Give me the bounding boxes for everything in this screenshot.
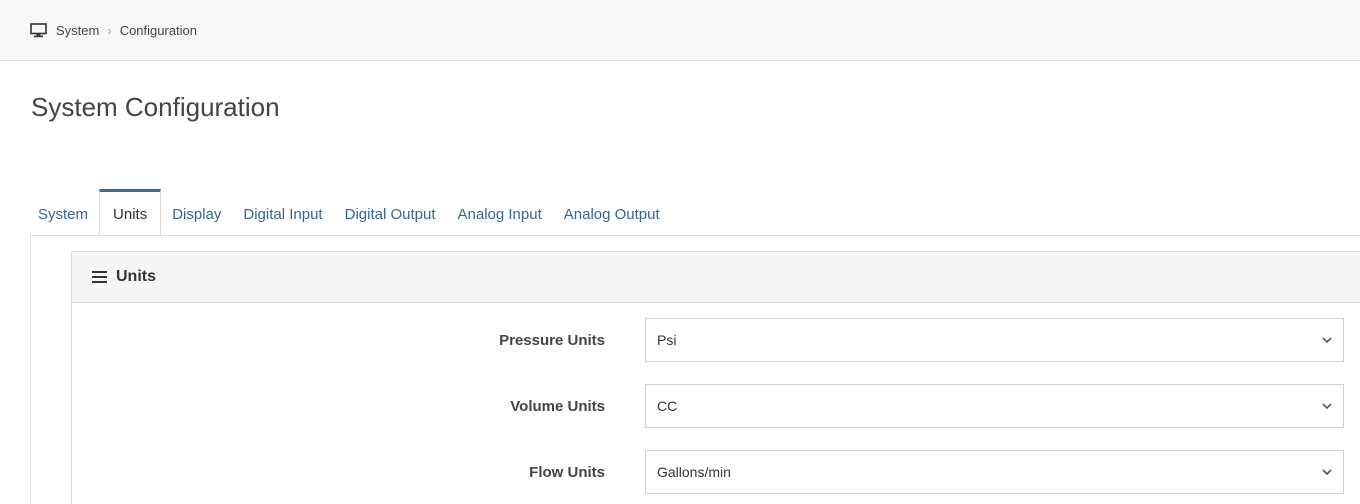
chevron-down-icon	[1321, 334, 1333, 346]
flow-units-select[interactable]: Gallons/min	[645, 450, 1344, 494]
tab-bar: System Units Display Digital Input Digit…	[30, 189, 1360, 237]
panel-header: Units	[72, 252, 1360, 303]
tab-analog-input[interactable]: Analog Input	[447, 189, 553, 236]
flow-units-label: Flow Units	[529, 463, 605, 481]
tab-units[interactable]: Units	[99, 189, 162, 237]
units-panel: Units Pressure Units Psi Volume Units CC…	[71, 251, 1360, 504]
volume-units-select[interactable]: CC	[645, 384, 1344, 428]
monitor-icon	[30, 22, 47, 38]
form-row-volume: Volume Units CC	[72, 384, 1360, 428]
volume-units-label: Volume Units	[510, 397, 605, 415]
flow-units-value: Gallons/min	[657, 464, 731, 480]
breadcrumb-item-configuration: Configuration	[119, 22, 198, 38]
form-row-flow: Flow Units Gallons/min	[72, 450, 1360, 494]
volume-units-value: CC	[657, 398, 678, 414]
tab-system[interactable]: System	[30, 189, 99, 236]
pressure-units-select[interactable]: Psi	[645, 318, 1344, 362]
tab-digital-output[interactable]: Digital Output	[334, 189, 447, 236]
chevron-down-icon	[1321, 466, 1333, 478]
breadcrumb-item-system[interactable]: System	[56, 23, 99, 38]
page-title: System Configuration	[31, 92, 280, 122]
pressure-units-value: Psi	[657, 332, 677, 348]
form-row-pressure: Pressure Units Psi	[72, 318, 1360, 362]
tab-display[interactable]: Display	[161, 189, 232, 236]
tab-analog-output[interactable]: Analog Output	[553, 189, 671, 236]
panel-title: Units	[116, 268, 156, 285]
breadcrumb: System › Configuration	[0, 0, 1360, 61]
chevron-down-icon	[1321, 400, 1333, 412]
tab-digital-input[interactable]: Digital Input	[232, 189, 333, 236]
pressure-units-label: Pressure Units	[499, 331, 605, 349]
menu-icon	[92, 270, 108, 284]
breadcrumb-separator: ›	[107, 22, 112, 38]
